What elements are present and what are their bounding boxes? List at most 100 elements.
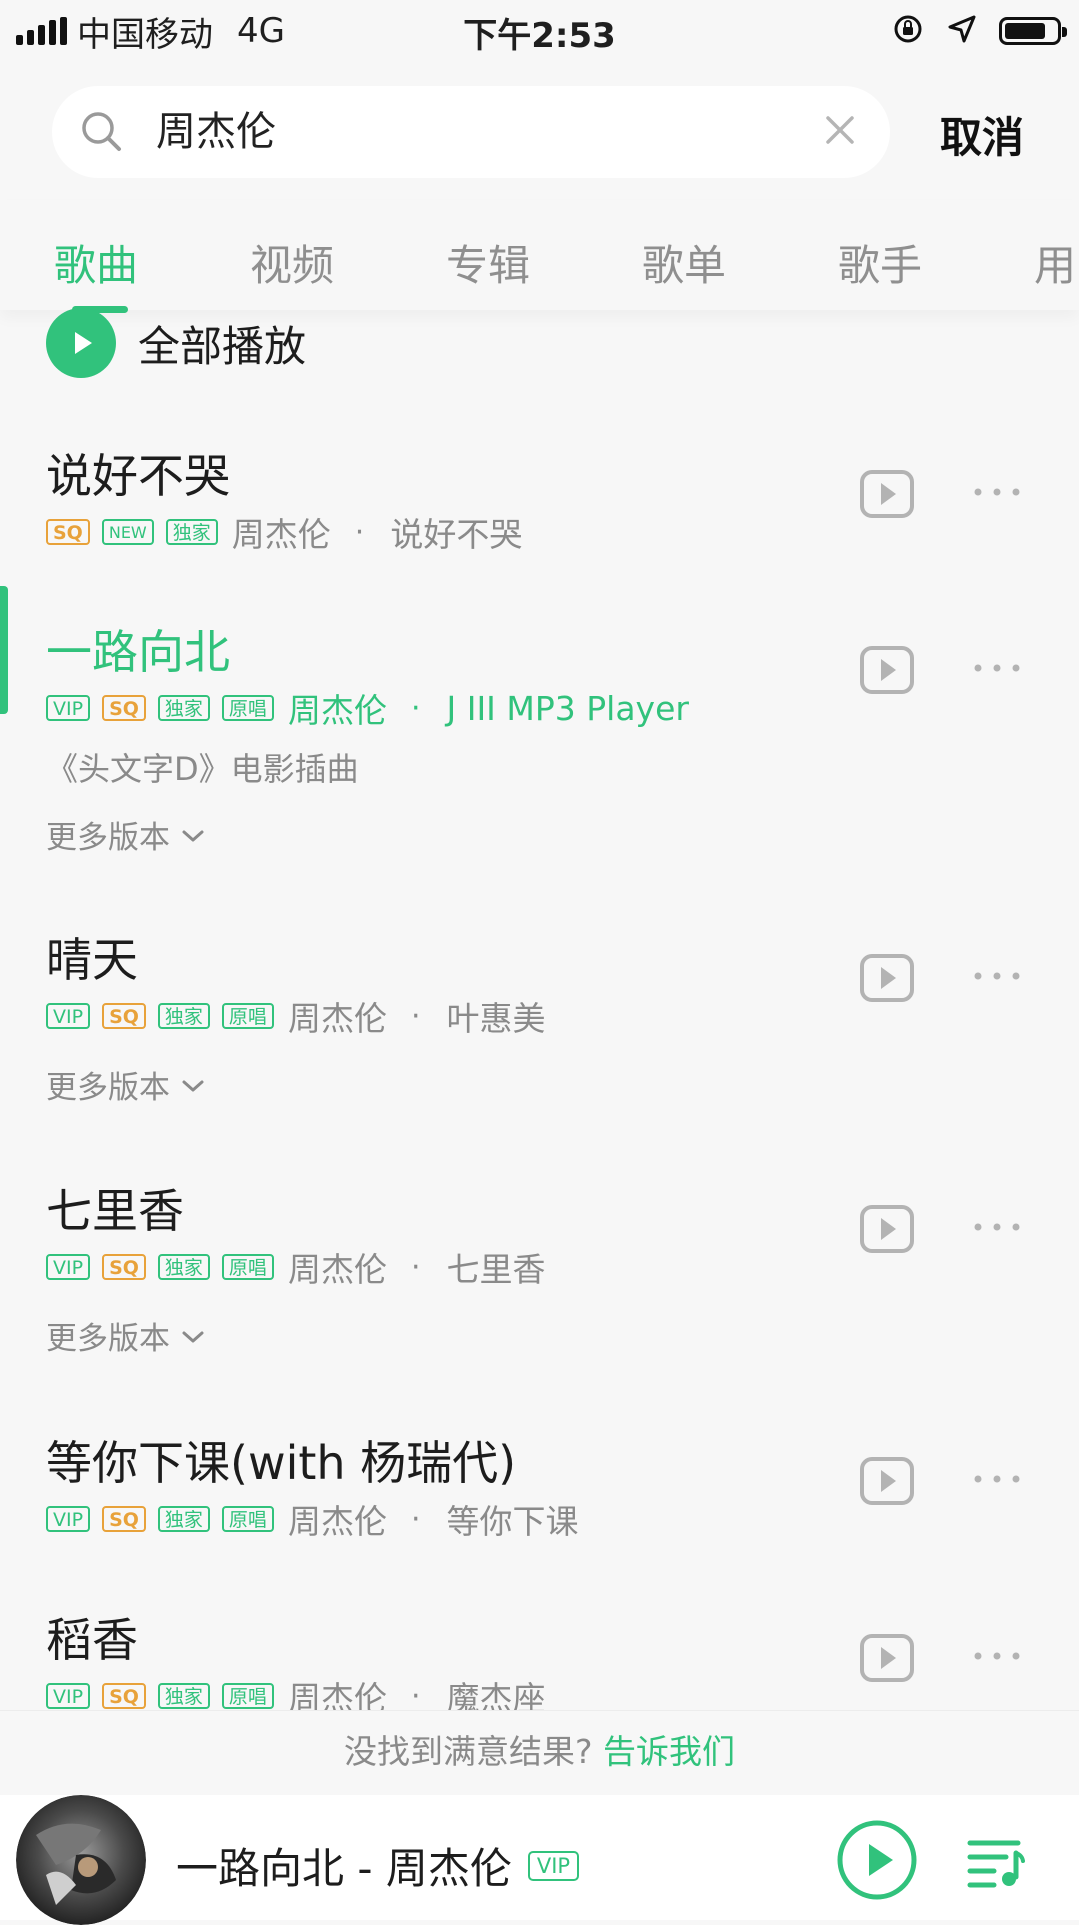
play-all-label: 全部播放 (138, 321, 307, 371)
song-title: 七里香 (46, 1184, 184, 1238)
mv-play-icon[interactable] (860, 470, 914, 522)
song-album: 说好不哭 (390, 515, 523, 554)
sq-badge: SQ (102, 1003, 146, 1029)
song-meta: VIP SQ 独家 原唱 周杰伦 · J III MP3 Player (46, 686, 689, 730)
mv-play-icon[interactable] (860, 646, 914, 698)
tab-playlists[interactable]: 歌单 (642, 232, 726, 293)
sq-badge: SQ (102, 695, 146, 721)
tab-songs[interactable]: 歌曲 (54, 232, 138, 293)
song-title: 说好不哭 (46, 449, 230, 503)
clear-icon[interactable] (818, 108, 862, 156)
more-versions-button[interactable]: 更多版本 (46, 1313, 206, 1358)
exclusive-badge: 独家 (157, 1683, 210, 1709)
separator-dot: · (354, 514, 365, 550)
more-versions-label: 更多版本 (46, 1070, 170, 1106)
more-icon[interactable] (972, 660, 1022, 679)
feedback-bar: 没找到满意结果? 告诉我们 (0, 1710, 1079, 1796)
search-icon (78, 108, 124, 158)
tab-artists[interactable]: 歌手 (838, 232, 922, 293)
exclusive-badge: 独家 (157, 695, 210, 721)
play-all-icon (46, 308, 116, 378)
more-versions-label: 更多版本 (46, 820, 170, 856)
mv-play-icon[interactable] (860, 954, 914, 1006)
location-icon (947, 14, 977, 48)
sq-badge: SQ (102, 1506, 146, 1532)
sq-badge: SQ (102, 1683, 146, 1709)
now-playing-info[interactable]: 一路向北 - 周杰伦 VIP (176, 1835, 580, 1896)
album-art[interactable] (16, 1795, 146, 1925)
chevron-down-icon (180, 817, 206, 853)
more-versions-button[interactable]: 更多版本 (46, 812, 206, 857)
mv-play-icon[interactable] (860, 1205, 914, 1257)
song-artist: 周杰伦 (287, 999, 387, 1038)
battery-icon (999, 17, 1067, 45)
feedback-link[interactable]: 告诉我们 (603, 1732, 735, 1771)
song-meta: SQ NEW 独家 周杰伦 · 说好不哭 (46, 510, 522, 554)
tab-bar: 歌曲 视频 专辑 歌单 歌手 用 (0, 200, 1079, 313)
now-playing-indicator (0, 586, 8, 714)
more-icon[interactable] (972, 1219, 1022, 1238)
cancel-button[interactable]: 取消 (940, 104, 1024, 165)
battery-level (1005, 23, 1045, 39)
playlist-queue-icon[interactable] (966, 1835, 1026, 1895)
original-badge: 原唱 (221, 1003, 274, 1029)
more-versions-label: 更多版本 (46, 1321, 170, 1357)
mv-play-icon[interactable] (860, 1634, 914, 1686)
more-icon[interactable] (972, 484, 1022, 503)
tab-videos[interactable]: 视频 (250, 232, 334, 293)
chevron-down-icon (180, 1067, 206, 1103)
song-title: 稻香 (46, 1613, 138, 1667)
play-all-button[interactable]: 全部播放 (46, 308, 306, 378)
now-playing-title: 一路向北 - 周杰伦 (176, 1844, 512, 1893)
search-query: 周杰伦 (156, 109, 276, 155)
separator-dot: · (410, 690, 421, 726)
separator-dot: · (410, 1249, 421, 1285)
feedback-text: 没找到满意结果? (343, 1732, 593, 1771)
new-badge: NEW (101, 519, 154, 545)
original-badge: 原唱 (221, 695, 274, 721)
vip-badge: VIP (527, 1850, 580, 1881)
vip-badge: VIP (46, 1003, 91, 1029)
now-playing-bar[interactable]: 一路向北 - 周杰伦 VIP (0, 1795, 1079, 1925)
song-album: 七里香 (446, 1250, 546, 1289)
separator-dot: · (410, 1501, 421, 1537)
song-description: 《头文字D》电影插曲 (46, 750, 359, 788)
more-versions-button[interactable]: 更多版本 (46, 1062, 206, 1107)
search-input[interactable]: 周杰伦 (52, 86, 890, 178)
vip-badge: VIP (46, 695, 91, 721)
separator-dot: · (410, 1678, 421, 1714)
chevron-down-icon (180, 1318, 206, 1354)
song-artist: 周杰伦 (287, 1250, 387, 1289)
sq-badge: SQ (102, 1254, 146, 1280)
song-artist: 周杰伦 (231, 515, 331, 554)
original-badge: 原唱 (221, 1506, 274, 1532)
more-icon[interactable] (972, 1471, 1022, 1490)
more-icon[interactable] (972, 1648, 1022, 1667)
separator-dot: · (410, 998, 421, 1034)
vip-badge: VIP (46, 1506, 91, 1532)
song-title: 等你下课(with 杨瑞代) (46, 1436, 517, 1490)
rotation-lock-icon (891, 12, 925, 50)
song-meta: VIP SQ 独家 原唱 周杰伦 · 叶惠美 (46, 994, 545, 1038)
play-pause-icon[interactable] (836, 1819, 918, 1905)
song-album: J III MP3 Player (446, 688, 689, 728)
original-badge: 原唱 (221, 1254, 274, 1280)
exclusive-badge: 独家 (165, 519, 218, 545)
mv-play-icon[interactable] (860, 1457, 914, 1509)
song-meta: VIP SQ 独家 原唱 周杰伦 · 七里香 (46, 1245, 545, 1289)
exclusive-badge: 独家 (157, 1254, 210, 1280)
song-album: 叶惠美 (446, 999, 546, 1038)
tab-users[interactable]: 用 (1034, 232, 1076, 293)
song-title: 一路向北 (46, 625, 230, 679)
exclusive-badge: 独家 (157, 1003, 210, 1029)
more-icon[interactable] (972, 968, 1022, 987)
original-badge: 原唱 (221, 1683, 274, 1709)
sq-badge: SQ (46, 519, 90, 545)
song-meta: VIP SQ 独家 原唱 周杰伦 · 等你下课 (46, 1497, 578, 1541)
tab-albums[interactable]: 专辑 (446, 232, 530, 293)
song-artist: 周杰伦 (287, 1502, 387, 1541)
song-title: 晴天 (46, 933, 138, 987)
song-artist: 周杰伦 (287, 691, 387, 730)
exclusive-badge: 独家 (157, 1506, 210, 1532)
vip-badge: VIP (46, 1254, 91, 1280)
